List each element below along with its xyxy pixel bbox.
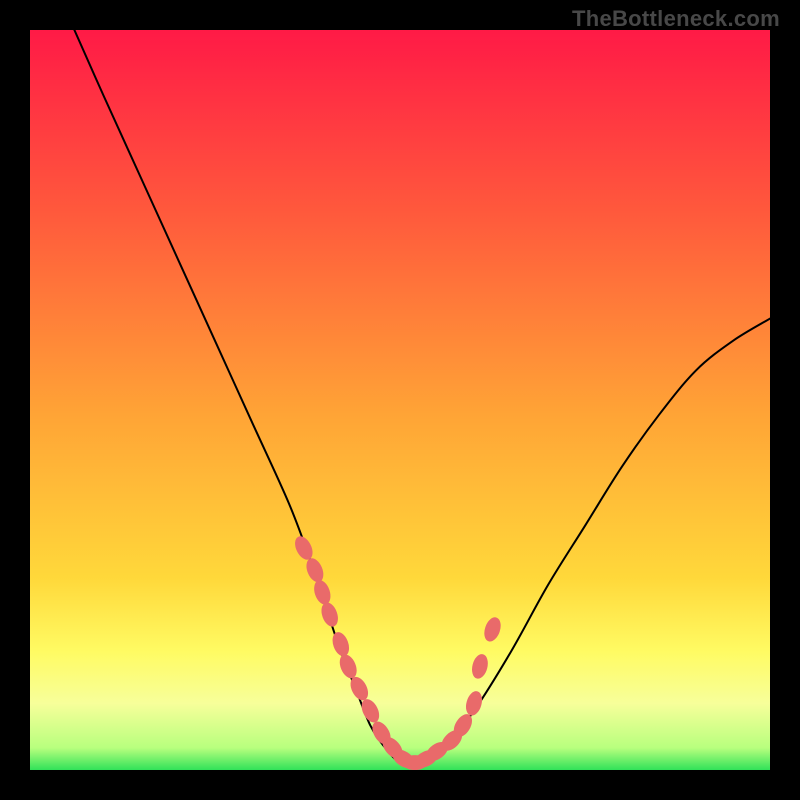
scatter-point — [464, 690, 484, 717]
scatter-point — [482, 616, 503, 643]
chart-frame: TheBottleneck.com — [0, 0, 800, 800]
scatter-point — [337, 653, 359, 681]
scatter-point — [359, 697, 382, 725]
bottleneck-curve — [74, 30, 770, 764]
scatter-point — [304, 556, 326, 584]
scatter-point — [312, 579, 333, 606]
scatter-points-group — [292, 534, 503, 770]
scatter-point — [292, 534, 315, 562]
plot-area — [30, 30, 770, 770]
scatter-point — [330, 631, 351, 658]
watermark-text: TheBottleneck.com — [572, 6, 780, 32]
scatter-point — [319, 601, 340, 628]
chart-svg — [30, 30, 770, 770]
scatter-point — [470, 653, 489, 680]
